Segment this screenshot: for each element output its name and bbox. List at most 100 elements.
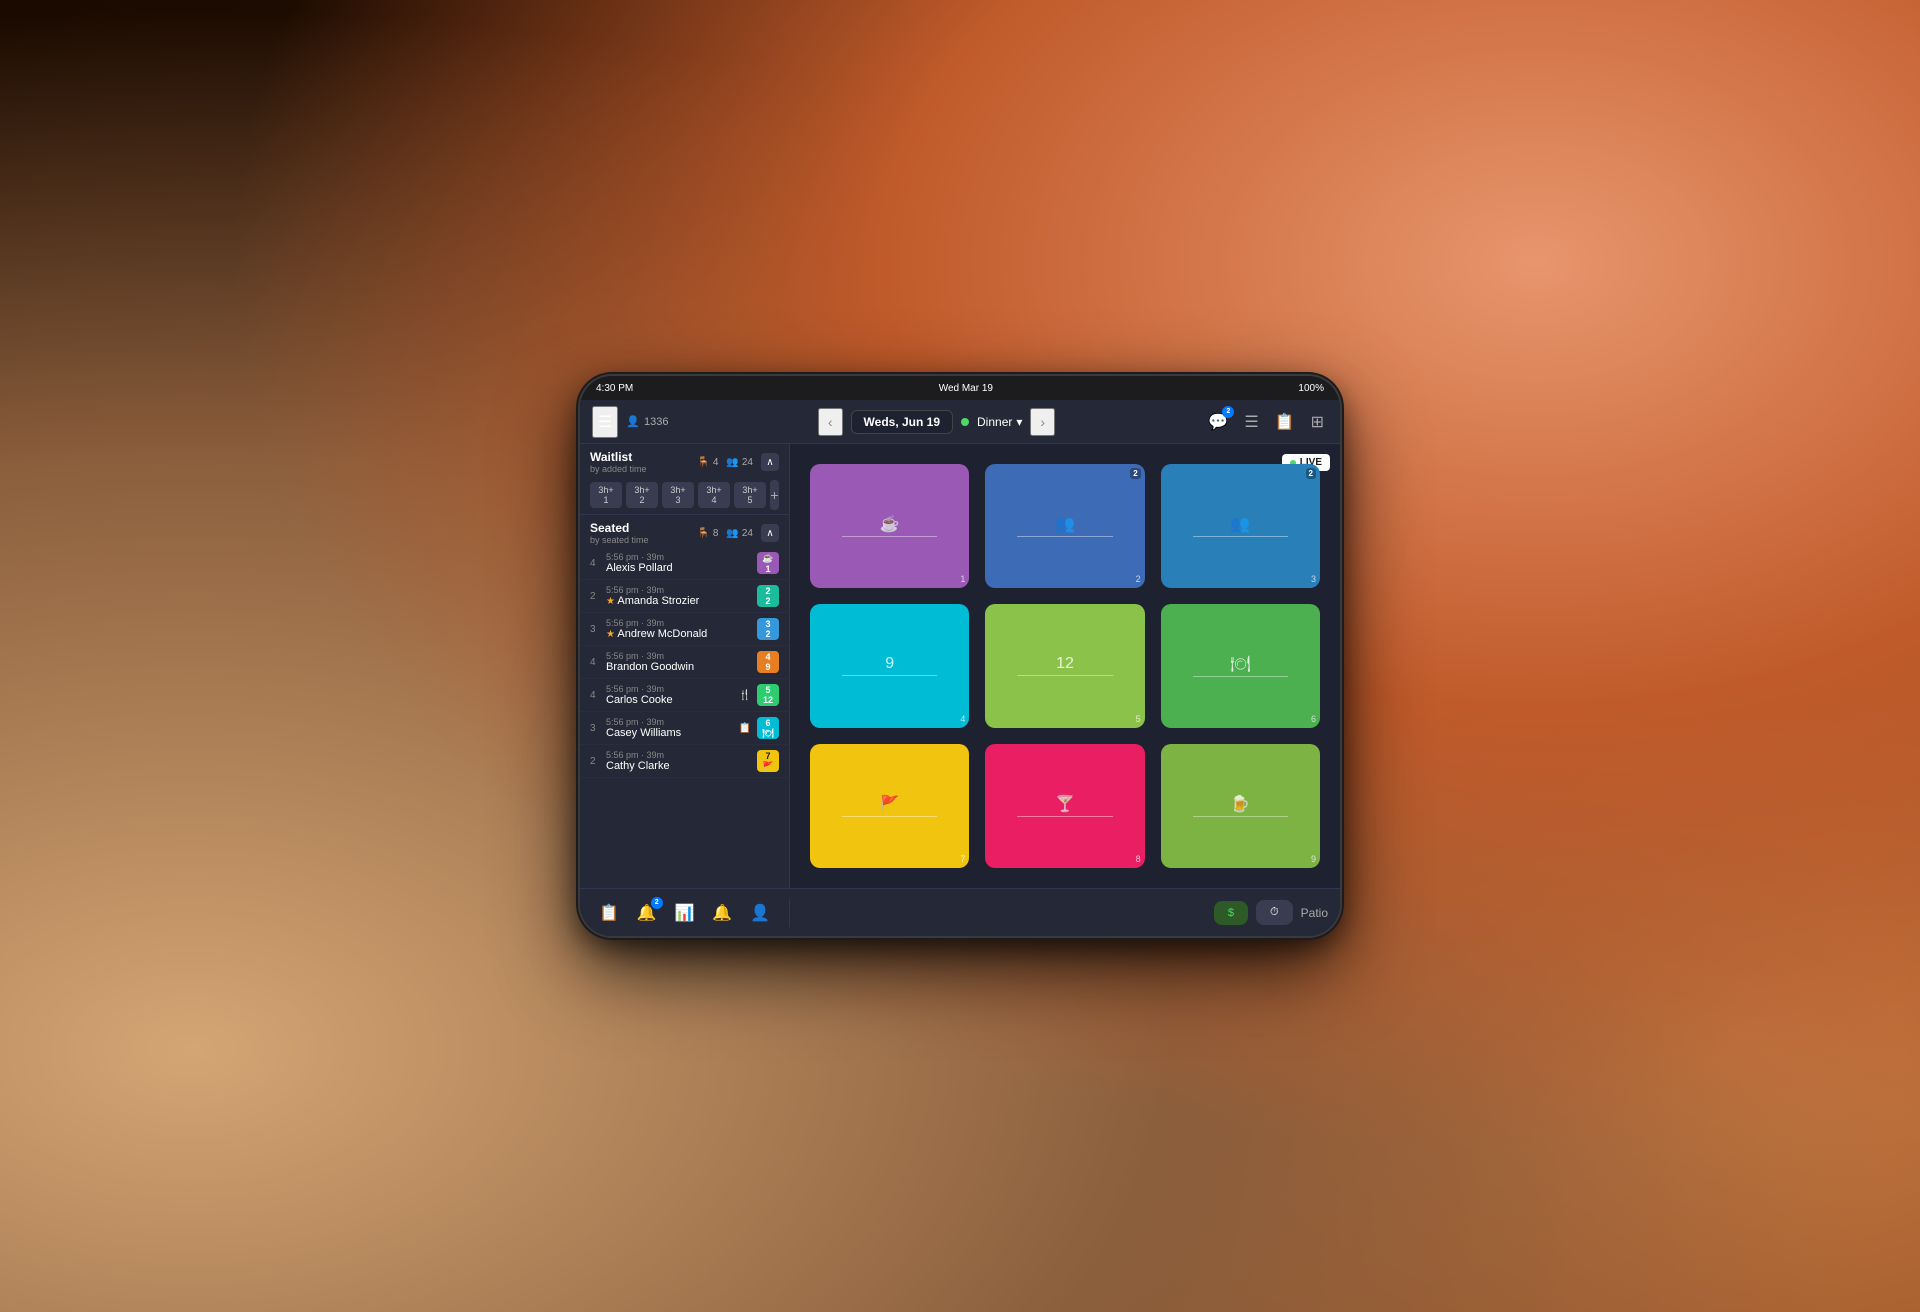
guest-item-1[interactable]: 4 5:56 pm · 39m Alexis Pollard ☕ 1 <box>580 547 789 580</box>
time-slot-5[interactable]: 3h+5 <box>734 482 766 508</box>
seated-header: Seated by seated time 🪑 8 👥 24 <box>580 515 789 547</box>
table-5[interactable]: 12 5 <box>985 604 1144 728</box>
nav-prev-button[interactable]: ‹ <box>818 408 843 436</box>
guest-list: 4 5:56 pm · 39m Alexis Pollard ☕ 1 2 <box>580 547 789 888</box>
badge-num-2: 2 <box>765 596 770 606</box>
waitlist-guests-count: 24 <box>742 457 753 468</box>
table-1[interactable]: ☕ 1 <box>810 464 969 588</box>
table-6-divider <box>1193 676 1289 677</box>
dollar-icon: $ <box>1228 907 1234 919</box>
table-7-icon: 🚩 <box>880 794 900 814</box>
guest-item-5[interactable]: 4 5:56 pm · 39m Carlos Cooke 🍴 5 12 <box>580 679 789 712</box>
bottom-chart-icon[interactable]: 📊 <box>671 899 699 927</box>
time-slot-4[interactable]: 3h+4 <box>698 482 730 508</box>
guests-icon-seated: 👥 <box>726 528 738 539</box>
guest-item-3[interactable]: 3 5:56 pm · 39m ★ Andrew McDonald 3 2 <box>580 613 789 646</box>
guest-badge-5: 5 12 <box>757 684 779 706</box>
guest-info-1: 5:56 pm · 39m Alexis Pollard <box>606 552 751 574</box>
guest-num-2: 2 <box>590 591 600 602</box>
clock-button[interactable]: ⏱ <box>1256 900 1293 925</box>
seated-tables-stat: 🪑 8 <box>697 528 718 539</box>
table-1-num: 1 <box>960 574 965 584</box>
table-2[interactable]: 2 👥 2 <box>985 464 1144 588</box>
sidebar: Waitlist by added time 🪑 4 👥 24 ∧ <box>580 444 790 888</box>
nav-next-button[interactable]: › <box>1030 408 1055 436</box>
guest-item-7[interactable]: 2 5:56 pm · 39m Cathy Clarke 7 🚩 <box>580 745 789 778</box>
flag-icon-7: 🚩 <box>762 761 773 772</box>
time-slot-3[interactable]: 3h+3 <box>662 482 694 508</box>
badge-num-3: 2 <box>765 629 770 639</box>
service-badge[interactable]: Dinner ▾ <box>977 415 1022 429</box>
guest-badge-7: 7 🚩 <box>757 750 779 772</box>
badge-icon-6: 🍽 <box>762 728 773 739</box>
waitlist-header: Waitlist by added time 🪑 4 👥 24 ∧ <box>580 444 789 476</box>
bottom-calendar-icon[interactable]: 📋 <box>595 899 623 927</box>
list-button[interactable]: ☰ <box>1240 408 1262 436</box>
guest-time-4: 5:56 pm · 39m <box>606 651 751 661</box>
table-9-divider <box>1193 816 1289 817</box>
guests-icon: 👤 <box>626 415 640 428</box>
bottom-notification-icon[interactable]: 🔔 2 <box>633 899 661 927</box>
hamburger-button[interactable]: ☰ <box>592 406 618 438</box>
guest-name-1: Alexis Pollard <box>606 562 751 574</box>
time-slot-2[interactable]: 3h+2 <box>626 482 658 508</box>
layout-button[interactable]: ⊞ <box>1307 408 1328 436</box>
badge-icon-1: ☕ <box>762 553 773 564</box>
report-button[interactable]: 📋 <box>1271 408 1299 436</box>
table-2-divider <box>1017 536 1113 537</box>
guest-item-4[interactable]: 4 5:56 pm · 39m Brandon Goodwin 4 9 <box>580 646 789 679</box>
table-4[interactable]: 9 4 <box>810 604 969 728</box>
guest-time-2: 5:56 pm · 39m <box>606 585 751 595</box>
bottom-bell-icon[interactable]: 🔔 <box>708 899 736 927</box>
table-3-num: 3 <box>1311 574 1316 584</box>
table-7-divider <box>842 816 938 817</box>
time-slot-1[interactable]: 3h+1 <box>590 482 622 508</box>
guest-num-1: 4 <box>590 558 600 569</box>
table-8-divider <box>1017 816 1113 817</box>
table-6-icon: 🍽 <box>1230 654 1250 674</box>
guest-time-1: 5:56 pm · 39m <box>606 552 751 562</box>
guest-badge-4: 4 9 <box>757 651 779 673</box>
table-8[interactable]: 🍸 8 <box>985 744 1144 868</box>
table-9-num: 9 <box>1311 854 1316 864</box>
bottom-person-icon[interactable]: 👤 <box>746 899 774 927</box>
badge-num-4: 9 <box>765 662 770 672</box>
guests-badge: 👤 1336 <box>626 415 668 428</box>
table-3[interactable]: 2 👥 3 <box>1161 464 1320 588</box>
badge-num-top-6: 6 <box>765 718 770 728</box>
guest-name-4: Brandon Goodwin <box>606 661 751 673</box>
guest-badge-2: 2 2 <box>757 585 779 607</box>
guest-info-2: 5:56 pm · 39m ★ Amanda Strozier <box>606 585 751 607</box>
notification-badge: 2 <box>651 897 663 909</box>
seated-guests-stat: 👥 24 <box>726 528 753 539</box>
add-slot-button[interactable]: + <box>770 480 779 510</box>
live-indicator <box>961 418 969 426</box>
waitlist-collapse-button[interactable]: ∧ <box>761 453 779 471</box>
guest-num-6: 3 <box>590 723 600 734</box>
guest-name-2: ★ Amanda Strozier <box>606 595 751 607</box>
table-6[interactable]: 🍽 6 <box>1161 604 1320 728</box>
seated-collapse-button[interactable]: ∧ <box>761 524 779 542</box>
guest-item-2[interactable]: 2 5:56 pm · 39m ★ Amanda Strozier 2 2 <box>580 580 789 613</box>
table-3-icon: 👥 <box>1230 514 1250 534</box>
status-time: 4:30 PM <box>596 383 633 394</box>
table-9-icon: 🍺 <box>1230 794 1250 814</box>
message-button[interactable]: 💬 2 <box>1204 408 1232 436</box>
guest-item-6[interactable]: 3 5:56 pm · 39m Casey Williams 📋 6 🍽 <box>580 712 789 745</box>
table-7[interactable]: 🚩 7 <box>810 744 969 868</box>
table-3-divider <box>1193 536 1289 537</box>
tables-icon-seated: 🪑 <box>697 528 709 539</box>
table-5-divider <box>1017 675 1113 676</box>
star-icon-2: ★ <box>606 596 615 607</box>
note-icon-6: 📋 <box>739 723 751 734</box>
guests-icon-small: 👥 <box>726 457 738 468</box>
dollar-button[interactable]: $ <box>1214 901 1248 925</box>
guest-info-4: 5:56 pm · 39m Brandon Goodwin <box>606 651 751 673</box>
guest-num-7: 2 <box>590 756 600 767</box>
patio-label: Patio <box>1301 906 1328 920</box>
table-9[interactable]: 🍺 9 <box>1161 744 1320 868</box>
badge-num-top-3: 3 <box>765 619 770 629</box>
star-icon-3: ★ <box>606 629 615 640</box>
seated-title: Seated <box>590 521 649 535</box>
date-badge[interactable]: Weds, Jun 19 <box>851 410 953 434</box>
